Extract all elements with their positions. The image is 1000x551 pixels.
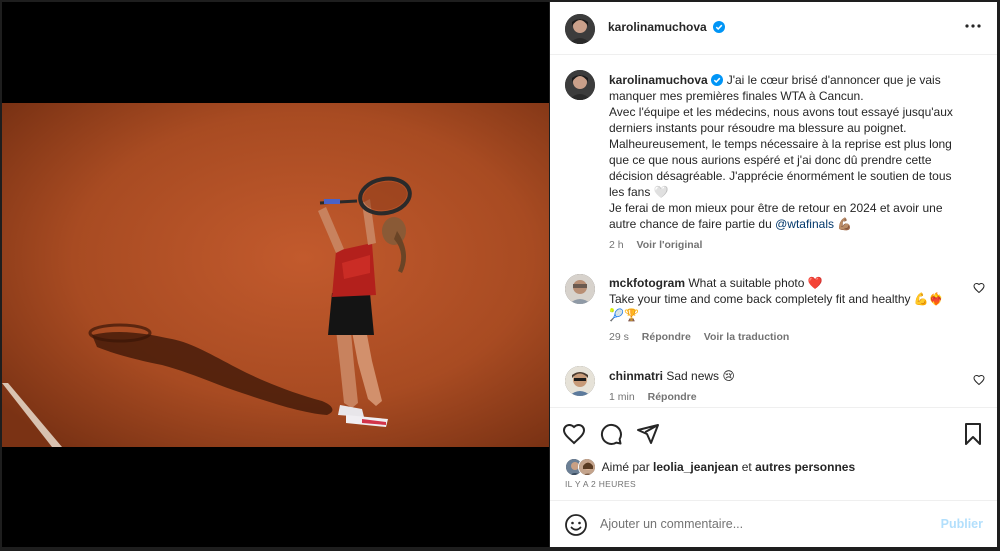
commenter-avatar[interactable] [565,274,595,304]
mention-link[interactable]: @wtafinals [775,217,834,231]
comment-username[interactable]: chinmatri [609,369,663,383]
author-username[interactable]: karolinamuchova [608,20,707,34]
comment-meta: 1 min Répondre [609,391,707,403]
comment-text: chinmatri Sad news 😢 [609,368,969,384]
post-header: karolinamuchova [550,2,997,55]
reply-button[interactable]: Répondre [648,391,697,403]
comment-body: Take your time and come back completely … [609,292,944,306]
caption-text: karolinamuchova J'ai le cœur brisé d'anno… [609,72,969,232]
caption-time: 2 h [609,239,624,251]
likes-others-link[interactable]: autres personnes [755,460,855,474]
caption-line: derniers instants pour résoudre ma bless… [609,121,907,135]
caption-emoji: 💪🏽 [833,217,853,231]
share-send-icon[interactable] [636,422,660,446]
more-horizontal-icon[interactable] [963,19,983,33]
comment-body: What a suitable photo ❤️ [688,276,823,290]
post-media[interactable] [2,2,549,547]
comment-text: mckfotogram What a suitable photo ❤️ Tak… [609,275,969,323]
tennis-photo [2,103,549,447]
action-bar [550,407,997,459]
comment-time: 1 min [609,391,635,403]
caption-meta: 2 h Voir l'original [609,239,712,251]
comment-body: 🎾🏆 [609,308,639,322]
author-avatar[interactable] [565,14,595,44]
comment-meta: 29 s Répondre Voir la traduction [609,331,799,343]
comment-bubble-icon[interactable] [599,422,623,446]
comments-list[interactable]: karolinamuchova J'ai le cœur brisé d'anno… [550,56,997,406]
liker-username[interactable]: leolia_jeanjean [653,460,738,474]
verified-badge-icon [713,21,726,33]
publish-button[interactable]: Publier [941,517,983,531]
caption-line: décision désagréable. J'apprécie énormém… [609,169,952,183]
likes-middle: et [738,460,756,474]
reply-button[interactable]: Répondre [642,331,691,343]
comment-body: Sad news 😢 [666,369,735,383]
like-heart-icon[interactable] [562,422,586,446]
caption-line: les fans 🤍 [609,185,669,199]
caption-line: Malheureusement, le temps nécessaire à l… [609,137,952,151]
caption-line: Je ferai de mon mieux pour être de retou… [609,201,943,215]
caption-line: autre chance de faire partie du [609,217,776,231]
commenter-avatar[interactable] [565,366,595,396]
caption-line: J'ai le cœur brisé d'annoncer que je vai… [726,73,941,87]
caption-line: Avec l'équipe et les médecins, nous avon… [609,105,953,119]
save-bookmark-icon[interactable] [961,422,985,446]
translate-button[interactable]: Voir la traduction [704,331,790,343]
caption-username[interactable]: karolinamuchova [609,73,708,87]
caption-line: que ce que nous aurions espéré et j'ai d… [609,153,932,167]
see-original-button[interactable]: Voir l'original [637,239,703,251]
verified-badge-icon [710,74,723,86]
post-timestamp[interactable]: IL Y A 2 HEURES [565,479,636,489]
emoji-picker-icon[interactable] [564,513,588,537]
post-panel: karolinamuchova karolinamuchova J'ai le c… [550,2,997,547]
window-frame: karolinamuchova karolinamuchova J'ai le c… [0,0,1000,551]
liker-avatar[interactable] [578,458,596,476]
comment-time: 29 s [609,331,629,343]
comment-input[interactable] [600,513,930,535]
add-comment-bar: Publier [550,500,997,547]
caption-line: manquer mes premières finales WTA à Canc… [609,89,864,103]
comment-username[interactable]: mckfotogram [609,276,685,290]
likes-prefix: Aimé par [601,460,654,474]
caption-avatar[interactable] [565,70,595,100]
like-comment-heart-icon[interactable] [973,282,985,294]
likes-summary: Aimé par leolia_jeanjean et autres perso… [565,458,855,476]
like-comment-heart-icon[interactable] [973,374,985,386]
